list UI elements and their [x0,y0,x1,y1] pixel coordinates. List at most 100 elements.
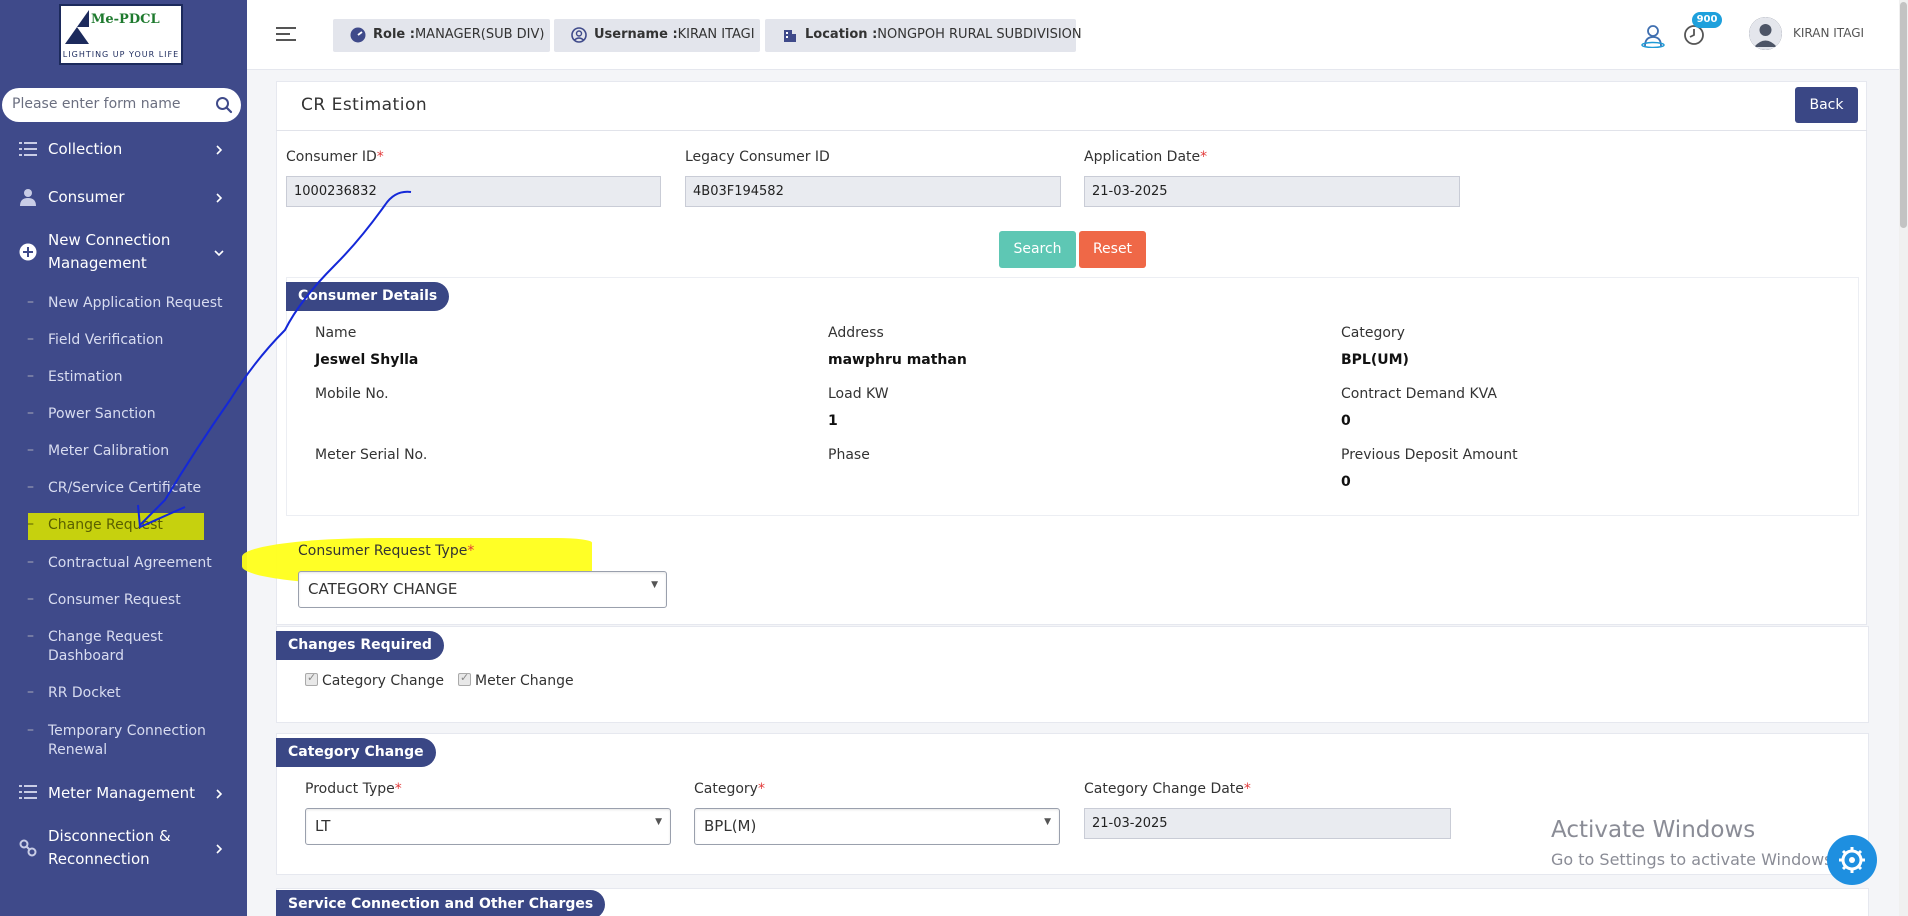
page-scrollbar[interactable] [1899,0,1908,916]
submenu-item-label: CR/Service Certificate [48,480,202,496]
submenu-item-label-line1: Change Request [48,629,163,645]
product-type-value: LT [315,817,331,835]
list-icon [19,785,37,799]
legacy-consumer-id-label: Legacy Consumer ID [685,149,830,165]
sidebar-item-disconnection-reconnection[interactable]: Disconnection & Reconnection [0,826,247,872]
submenu-item-label-line2: Renewal [48,742,108,758]
changes-required-heading: Changes Required [276,631,444,660]
activate-windows-subtitle: Go to Settings to activate Windows. [1551,850,1838,869]
submenu-item-label-line2: Dashboard [48,648,124,664]
reset-button[interactable]: Reset [1079,231,1146,268]
current-user-name[interactable]: KIRAN ITAGI [1793,26,1864,40]
consumer-id-label: Consumer ID* [286,149,384,165]
address-value: mawphru mathan [828,352,967,368]
logo-text: Me-PDCL [91,12,160,27]
submenu-item-label: Power Sanction [48,406,156,422]
mepdcl-logo: Me-PDCL LIGHTING UP YOUR LIFE [59,4,183,65]
meter-change-checkbox[interactable]: Meter Change [458,671,574,689]
consumer-request-type-value: CATEGORY CHANGE [308,580,458,598]
gear-icon [1839,847,1865,873]
location-value: NONGPOH RURAL SUBDIVISION [877,27,1082,42]
sidebar-item-label-line1: New Connection [48,231,171,249]
logo-emblem-icon [65,10,89,44]
meter-change-checkbox-label: Meter Change [475,673,574,689]
product-type-label: Product Type* [305,781,402,797]
logo-tagline: LIGHTING UP YOUR LIFE [62,50,180,59]
role-value: MANAGER(SUB DIV) [414,27,545,42]
category-value: BPL(UM) [1341,352,1409,368]
category-change-checkbox[interactable]: Category Change [305,671,444,689]
legacy-consumer-id-input[interactable]: 4B03F194582 [685,176,1061,207]
form-search-input[interactable] [12,96,207,112]
consumer-details-panel [286,277,1859,516]
location-key: Location : [805,27,878,42]
submenu-item-label: Consumer Request [48,592,181,608]
sidebar-item-label: Meter Management [48,784,196,802]
username-key: Username : [594,27,678,42]
address-label: Address [828,325,884,341]
role-chip: Role :MANAGER(SUB DIV) [333,19,550,52]
sidebar-item-label: Consumer [48,188,125,206]
plus-circle-icon [19,243,37,261]
sidebar-item-label-line1: Disconnection & [48,827,171,845]
title-divider [276,130,1867,131]
service-connection-heading: Service Connection and Other Charges [276,890,606,916]
sidebar-item-new-connection-management[interactable]: New Connection Management [0,230,247,276]
role-key: Role : [373,27,415,42]
hamburger-menu-icon[interactable] [276,26,296,42]
notification-badge: 900 [1692,12,1722,28]
contract-demand-label: Contract Demand KVA [1341,386,1497,402]
sidebar-item-consumer[interactable]: Consumer [0,186,247,210]
contract-demand-value: 0 [1341,413,1351,429]
name-value: Jeswel Shylla [315,352,419,368]
username-value: KIRAN ITAGI [677,27,755,42]
new-category-value: BPL(M) [704,817,757,835]
consumer-request-type-select[interactable]: CATEGORY CHANGE ▼ [298,571,667,608]
chevron-right-icon [216,789,223,799]
sidebar-item-label: Collection [48,140,123,158]
dropdown-arrow-icon: ▼ [1044,817,1051,827]
scrollbar-thumb[interactable] [1900,2,1907,228]
chevron-down-icon [214,250,224,257]
user-icon [20,189,36,206]
speedometer-icon [350,27,366,43]
submenu-item-label: Change Request [48,517,163,533]
form-search-box [2,88,241,122]
submenu-item-label: Meter Calibration [48,443,170,459]
support-agent-icon[interactable] [1640,22,1666,48]
new-category-select[interactable]: BPL(M) ▼ [694,808,1060,845]
submenu-item-label: Estimation [48,369,123,385]
search-icon[interactable] [215,96,233,114]
username-chip: Username :KIRAN ITAGI [554,19,760,52]
activate-windows-title: Activate Windows [1551,817,1756,843]
category-change-date-label: Category Change Date* [1084,781,1251,797]
mobile-label: Mobile No. [315,386,389,402]
category-label: Category [1341,325,1405,341]
search-button[interactable]: Search [999,231,1076,268]
product-type-select[interactable]: LT ▼ [305,808,671,845]
submenu-item-label: RR Docket [48,685,121,701]
user-avatar-icon [1749,17,1782,50]
sidebar-item-collection[interactable]: Collection [0,138,247,162]
application-date-input[interactable]: 21-03-2025 [1084,176,1460,207]
dropdown-arrow-icon: ▼ [655,817,662,827]
avatar[interactable] [1749,17,1782,50]
submenu-item-label-line1: Temporary Connection [48,723,206,739]
back-button[interactable]: Back [1795,87,1858,123]
chevron-right-icon [216,844,223,854]
sidebar-item-meter-management[interactable]: Meter Management [0,782,247,806]
previous-deposit-label: Previous Deposit Amount [1341,447,1518,463]
sidebar-item-label-line2: Reconnection [48,850,150,868]
consumer-details-heading: Consumer Details [286,282,450,311]
phase-label: Phase [828,447,870,463]
name-label: Name [315,325,357,341]
previous-deposit-value: 0 [1341,474,1351,490]
consumer-request-type-label: Consumer Request Type* [298,543,475,559]
application-date-label: Application Date* [1084,149,1208,165]
page-title: CR Estimation [301,95,428,115]
new-category-label: Category* [694,781,765,797]
consumer-id-input[interactable]: 1000236832 [286,176,661,207]
settings-fab[interactable] [1827,835,1877,885]
chevron-right-icon [216,145,223,155]
category-change-date-input[interactable]: 21-03-2025 [1084,808,1451,839]
